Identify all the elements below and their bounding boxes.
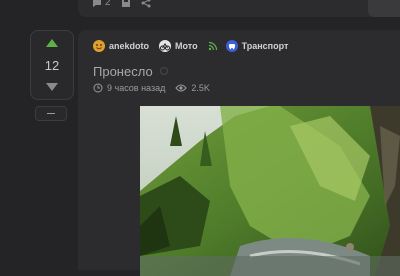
previous-post-more-button[interactable] (368, 0, 400, 17)
post-meta: 9 часов назад 2.5K (93, 83, 220, 93)
tag-label: Мото (175, 41, 198, 51)
eye-icon (175, 84, 188, 92)
comments-count: 2 (105, 0, 111, 8)
previous-post-actions: 2 (92, 0, 151, 8)
post-time: 9 часов назад (93, 83, 165, 93)
link-icon (160, 67, 168, 75)
tag-moto[interactable]: Мото (159, 40, 198, 52)
save-button[interactable] (121, 0, 131, 8)
save-icon (121, 0, 130, 7)
tag-transport[interactable]: Транспорт (225, 40, 289, 52)
tag-label: anekdoto (109, 41, 150, 51)
post-card: anekdoto Мото Транспорт Пронесло 9 часов… (78, 30, 400, 276)
moto-community-icon (159, 40, 172, 52)
post-title[interactable]: Пронесло (93, 64, 153, 79)
tag-anekdoto[interactable]: anekdoto (93, 40, 149, 52)
video-frame-image (140, 106, 400, 276)
comments-button[interactable]: 2 (92, 0, 111, 8)
upvote-arrow-icon[interactable] (46, 39, 58, 47)
tag-label: Транспорт (241, 41, 289, 51)
post-views: 2.5K (175, 83, 210, 93)
downvote-arrow-icon[interactable] (46, 83, 58, 91)
rss-icon[interactable] (208, 41, 218, 51)
rating-count: 12 (44, 58, 60, 73)
anekdoto-community-icon (93, 40, 105, 52)
comment-icon (93, 0, 101, 7)
share-button[interactable] (141, 0, 151, 8)
post-tags: anekdoto Мото Транспорт (93, 40, 298, 52)
share-icon (141, 0, 151, 7)
post-video[interactable] (140, 106, 400, 276)
views-count: 2.5K (191, 83, 210, 93)
clock-icon (93, 83, 103, 93)
transport-community-icon (225, 40, 238, 52)
previous-post-footer: 2 (78, 0, 400, 17)
vote-widget: 12 (30, 30, 74, 100)
minus-icon (47, 113, 55, 114)
collapse-post-button[interactable] (35, 106, 67, 121)
time-ago-label: 9 часов назад (107, 83, 166, 93)
